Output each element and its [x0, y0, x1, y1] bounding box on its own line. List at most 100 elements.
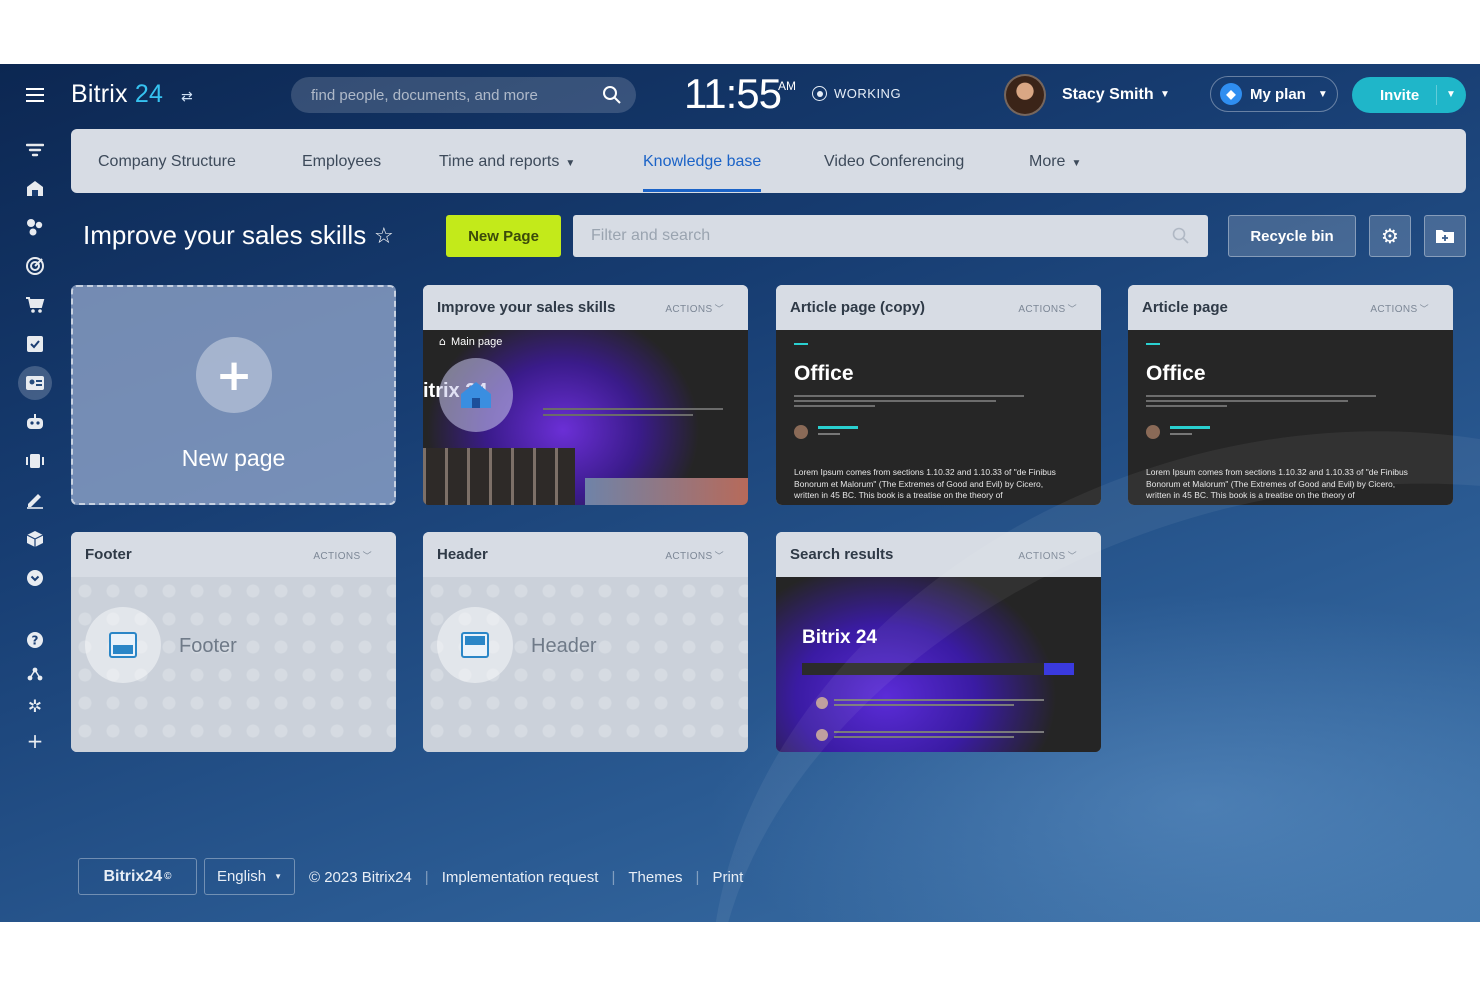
gear-icon[interactable]: ✲ — [21, 693, 49, 721]
sitemap-icon[interactable] — [21, 660, 49, 688]
thumb-author — [1170, 426, 1210, 429]
app-logo[interactable]: Bitrix 24 — [71, 80, 163, 109]
footer-link-print[interactable]: Print — [712, 869, 743, 886]
new-page-card[interactable]: + New page — [71, 285, 396, 505]
card-header: Article page (copy) ACTIONS ﹀ — [776, 285, 1101, 330]
card-actions-button[interactable]: ACTIONS ﹀ — [665, 302, 724, 315]
card-header: Footer ACTIONS ﹀ — [71, 532, 396, 577]
nav-item-time-and-reports[interactable]: Time and reports ▼ — [439, 153, 575, 171]
settings-button[interactable]: ⚙ — [1369, 215, 1411, 257]
nav-item-company-structure[interactable]: Company Structure — [98, 153, 236, 171]
search-icon[interactable] — [602, 85, 622, 110]
card-thumbnail[interactable]: Footer — [71, 577, 396, 752]
chevron-down-icon: ﹀ — [1067, 551, 1077, 561]
my-plan-button[interactable]: ◆ My plan ▼ — [1210, 76, 1338, 112]
card-actions-button[interactable]: ACTIONS ﹀ — [1370, 302, 1429, 315]
thumb-paragraph: Lorem Ipsum comes from sections 1.10.32 … — [1146, 467, 1408, 500]
page-card[interactable]: Search results ACTIONS ﹀ Bitrix 24 — [776, 532, 1101, 752]
page-card[interactable]: Header ACTIONS ﹀ Header — [423, 532, 748, 752]
switch-icon[interactable]: ⇄ — [181, 89, 193, 105]
home-icon[interactable] — [21, 174, 49, 202]
chevron-down-icon[interactable] — [21, 564, 49, 592]
nav-item-label: Time and reports — [439, 153, 560, 170]
thumb-author — [818, 426, 858, 429]
diamond-icon: ◆ — [1220, 83, 1242, 105]
thumb-lines — [1146, 395, 1376, 410]
page-title: Improve your sales skills — [83, 220, 367, 250]
thumb-line — [543, 414, 693, 416]
chevron-down-icon: ﹀ — [714, 551, 724, 561]
app-window: ? ✲ + Bitrix 24 ⇄ 11:55 AM WORKING Stacy… — [0, 64, 1480, 922]
breadcrumb-label: Main page — [450, 335, 503, 348]
invite-button[interactable]: Invite ▼ — [1352, 77, 1466, 113]
feed-icon[interactable] — [21, 213, 49, 241]
divider — [1436, 85, 1437, 105]
nav-item-knowledge-base[interactable]: Knowledge base — [643, 153, 762, 192]
language-select[interactable]: English ▼ — [204, 858, 295, 895]
thumb-paragraph: Lorem Ipsum comes from sections 1.10.32 … — [794, 467, 1056, 500]
gear-icon: ⚙ — [1381, 224, 1399, 248]
box-icon[interactable] — [21, 525, 49, 553]
card-thumbnail[interactable]: ⌂ Main page itrix 24 — [423, 330, 748, 505]
thumb-image — [585, 478, 748, 505]
avatar[interactable] — [1004, 74, 1046, 116]
actions-label: ACTIONS — [665, 304, 713, 315]
nav-item-more[interactable]: More ▼ — [1029, 153, 1081, 171]
card-actions-button[interactable]: ACTIONS ﹀ — [313, 549, 372, 562]
work-status[interactable]: WORKING — [812, 86, 901, 101]
filter-search[interactable] — [573, 215, 1208, 257]
filter-input[interactable] — [591, 215, 1151, 257]
menu-icon[interactable] — [26, 88, 44, 102]
thumb-line — [834, 704, 1014, 706]
sign-icon[interactable] — [21, 486, 49, 514]
thumb-line — [834, 736, 1014, 738]
tasks-icon[interactable] — [21, 330, 49, 358]
nav-item-video-conferencing[interactable]: Video Conferencing — [824, 153, 964, 171]
card-actions-button[interactable]: ACTIONS ﹀ — [1018, 302, 1077, 315]
card-actions-button[interactable]: ACTIONS ﹀ — [1018, 549, 1077, 562]
star-icon[interactable]: ☆ — [374, 224, 394, 249]
card-thumbnail[interactable]: Office Lorem Ipsum comes from sections 1… — [1128, 330, 1453, 505]
new-page-button[interactable]: New Page — [446, 215, 561, 257]
chevron-down-icon: ▼ — [274, 872, 283, 881]
card-thumbnail[interactable]: Office Lorem Ipsum comes from sections 1… — [776, 330, 1101, 505]
plus-icon[interactable]: + — [21, 727, 49, 755]
card-thumbnail[interactable]: Bitrix 24 — [776, 577, 1101, 752]
page-card[interactable]: Footer ACTIONS ﹀ Footer — [71, 532, 396, 752]
avatar — [816, 697, 828, 709]
card-title: Improve your sales skills — [437, 299, 616, 316]
target-icon[interactable] — [21, 252, 49, 280]
robot-icon[interactable] — [21, 408, 49, 436]
footer-link-implementation-request[interactable]: Implementation request — [442, 869, 599, 886]
user-name[interactable]: Stacy Smith — [1062, 86, 1154, 104]
folder-button[interactable] — [1424, 215, 1466, 257]
cart-icon[interactable] — [21, 291, 49, 319]
help-icon[interactable]: ? — [21, 626, 49, 654]
status-label: WORKING — [834, 86, 902, 101]
nav-item-employees[interactable]: Employees — [302, 153, 381, 171]
chevron-down-icon[interactable]: ▼ — [1446, 89, 1456, 100]
thumb-heading: Office — [1146, 362, 1206, 385]
contacts-icon[interactable] — [18, 366, 52, 400]
filter-icon[interactable] — [21, 136, 49, 164]
footer-link-themes[interactable]: Themes — [628, 869, 682, 886]
page-card[interactable]: Article page (copy) ACTIONS ﹀ Office Lore… — [776, 285, 1101, 505]
actions-label: ACTIONS — [665, 551, 713, 562]
chevron-down-icon: ▼ — [1071, 158, 1082, 169]
page-card[interactable]: Improve your sales skills ACTIONS ﹀ ⌂ Mai… — [423, 285, 748, 505]
card-thumbnail[interactable]: Header — [423, 577, 748, 752]
global-search[interactable] — [291, 77, 636, 113]
actions-label: ACTIONS — [1370, 304, 1418, 315]
recycle-bin-button[interactable]: Recycle bin — [1228, 215, 1356, 257]
card-actions-button[interactable]: ACTIONS ﹀ — [665, 549, 724, 562]
search-icon[interactable] — [1172, 227, 1190, 250]
thumb-label: Header — [531, 635, 597, 657]
page-card[interactable]: Article page ACTIONS ﹀ Office Lorem Ipsum… — [1128, 285, 1453, 505]
nav-item-label: More — [1029, 153, 1066, 170]
footer-brand-button[interactable]: Bitrix24 © — [78, 858, 197, 895]
search-input[interactable] — [311, 77, 601, 113]
home-icon — [461, 382, 491, 408]
clock-time[interactable]: 11:55 — [684, 70, 782, 118]
video-icon[interactable] — [21, 447, 49, 475]
chevron-down-icon[interactable]: ▼ — [1160, 89, 1170, 100]
